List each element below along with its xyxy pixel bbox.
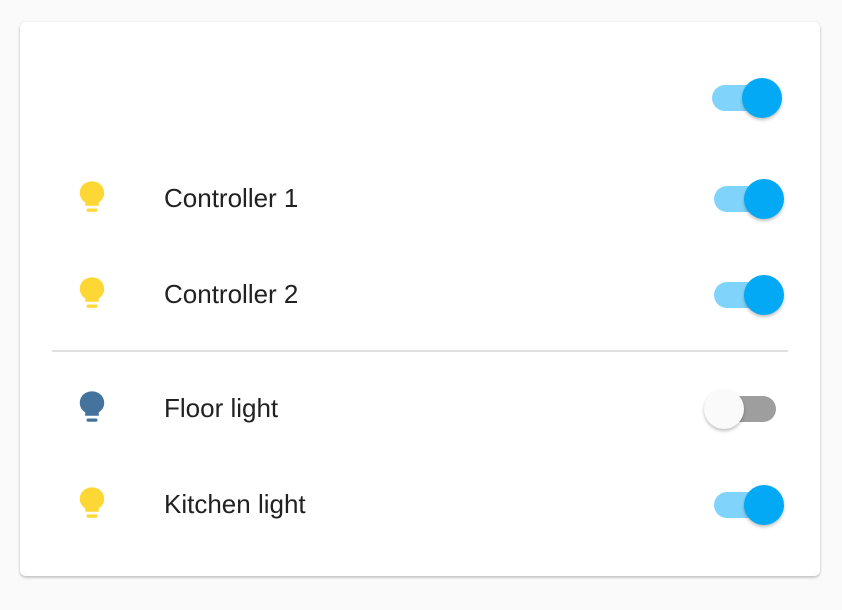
toggle-thumb	[742, 78, 782, 118]
toggle-thumb	[704, 389, 744, 429]
toggle-thumb	[744, 179, 784, 219]
entity-name: Controller 2	[164, 279, 299, 309]
toggle-thumb	[744, 485, 784, 525]
entity-row-controller-2[interactable]: Controller 2	[20, 264, 820, 324]
entity-row-kitchen-light[interactable]: Kitchen light	[20, 474, 820, 534]
entity-toggle[interactable]	[712, 176, 784, 220]
lightbulb-icon	[79, 277, 105, 308]
master-toggle[interactable]	[710, 75, 782, 119]
entity-row-controller-1[interactable]: Controller 1	[20, 168, 820, 228]
entities-card: Controller 1 Controller 2 Floor light Ki…	[20, 22, 820, 576]
divider	[52, 350, 788, 352]
entity-name: Kitchen light	[164, 489, 306, 519]
entity-toggle[interactable]	[712, 482, 784, 526]
entity-toggle[interactable]	[704, 386, 776, 430]
lightbulb-icon	[79, 391, 105, 422]
lightbulb-icon	[79, 487, 105, 518]
toggle-thumb	[744, 275, 784, 315]
lightbulb-icon	[79, 181, 105, 212]
entity-toggle[interactable]	[712, 272, 784, 316]
entity-row-floor-light[interactable]: Floor light	[20, 378, 820, 438]
entity-name: Floor light	[164, 393, 279, 423]
entity-name: Controller 1	[164, 183, 299, 213]
